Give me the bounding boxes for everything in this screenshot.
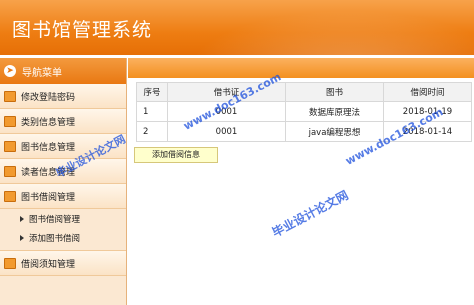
folder-icon bbox=[4, 190, 16, 202]
sidebar-subitem-borrow-manage[interactable]: 图书借阅管理 bbox=[0, 209, 126, 228]
sidebar-item-books[interactable]: 图书信息管理 bbox=[0, 134, 126, 159]
triangle-icon bbox=[20, 215, 24, 222]
header-decoration bbox=[160, 0, 474, 55]
sidebar-item-notice[interactable]: 借阅须知管理 bbox=[0, 250, 126, 276]
sidebar-item-category[interactable]: 类别信息管理 bbox=[0, 109, 126, 134]
sidebar-item-label: 图书信息管理 bbox=[21, 142, 76, 153]
sidebar-subitem-borrow-add[interactable]: 添加图书借阅 bbox=[0, 228, 126, 247]
folder-icon bbox=[4, 165, 16, 177]
main-content: 序号 借书证 图书 借阅时间 1 0001 数据库原理法 2018-01-19 … bbox=[128, 58, 474, 305]
triangle-icon bbox=[20, 234, 24, 241]
cell-seq: 2 bbox=[136, 121, 168, 142]
table-row[interactable]: 1 0001 数据库原理法 2018-01-19 bbox=[136, 101, 472, 122]
sidebar: ➤ 导航菜单 修改登陆密码 类别信息管理 图书信息管理 读者信息管理 图书借阅管… bbox=[0, 58, 127, 305]
column-header-seq: 序号 bbox=[136, 82, 168, 102]
add-borrow-button[interactable]: 添加借阅信息 bbox=[134, 147, 218, 163]
sidebar-item-label: 修改登陆密码 bbox=[21, 92, 76, 103]
cell-card: 0001 bbox=[167, 101, 286, 122]
cell-book: 数据库原理法 bbox=[285, 101, 384, 122]
column-header-card: 借书证 bbox=[167, 82, 286, 102]
sidebar-item-change-password[interactable]: 修改登陆密码 bbox=[0, 84, 126, 109]
sidebar-item-label: 图书借阅管理 bbox=[21, 192, 76, 203]
cell-book: java编程思想 bbox=[285, 121, 384, 142]
sidebar-item-label: 类别信息管理 bbox=[21, 117, 76, 128]
sidebar-subitem-label: 图书借阅管理 bbox=[29, 214, 81, 225]
sidebar-item-label: 读者信息管理 bbox=[21, 167, 76, 178]
nav-arrow-icon: ➤ bbox=[4, 65, 16, 77]
cell-time: 2018-01-14 bbox=[383, 121, 472, 142]
table-row[interactable]: 2 0001 java编程思想 2018-01-14 bbox=[136, 121, 472, 142]
cell-seq: 1 bbox=[136, 101, 168, 122]
app-header: 图书馆管理系统 bbox=[0, 0, 474, 55]
column-header-book: 图书 bbox=[285, 82, 384, 102]
cell-card: 0001 bbox=[167, 121, 286, 142]
content-topbar bbox=[128, 58, 474, 78]
nav-header-label: 导航菜单 bbox=[22, 67, 62, 79]
borrow-table: 序号 借书证 图书 借阅时间 1 0001 数据库原理法 2018-01-19 … bbox=[136, 82, 472, 142]
folder-icon bbox=[4, 115, 16, 127]
sidebar-item-label: 借阅须知管理 bbox=[21, 259, 76, 270]
column-header-time: 借阅时间 bbox=[383, 82, 472, 102]
folder-icon bbox=[4, 140, 16, 152]
app-title: 图书馆管理系统 bbox=[12, 19, 153, 41]
nav-header: ➤ 导航菜单 bbox=[0, 58, 126, 84]
sidebar-item-readers[interactable]: 读者信息管理 bbox=[0, 159, 126, 184]
folder-icon bbox=[4, 90, 16, 102]
sidebar-subitem-label: 添加图书借阅 bbox=[29, 233, 81, 244]
cell-time: 2018-01-19 bbox=[383, 101, 472, 122]
sidebar-item-borrow[interactable]: 图书借阅管理 bbox=[0, 184, 126, 209]
folder-icon bbox=[4, 257, 16, 269]
